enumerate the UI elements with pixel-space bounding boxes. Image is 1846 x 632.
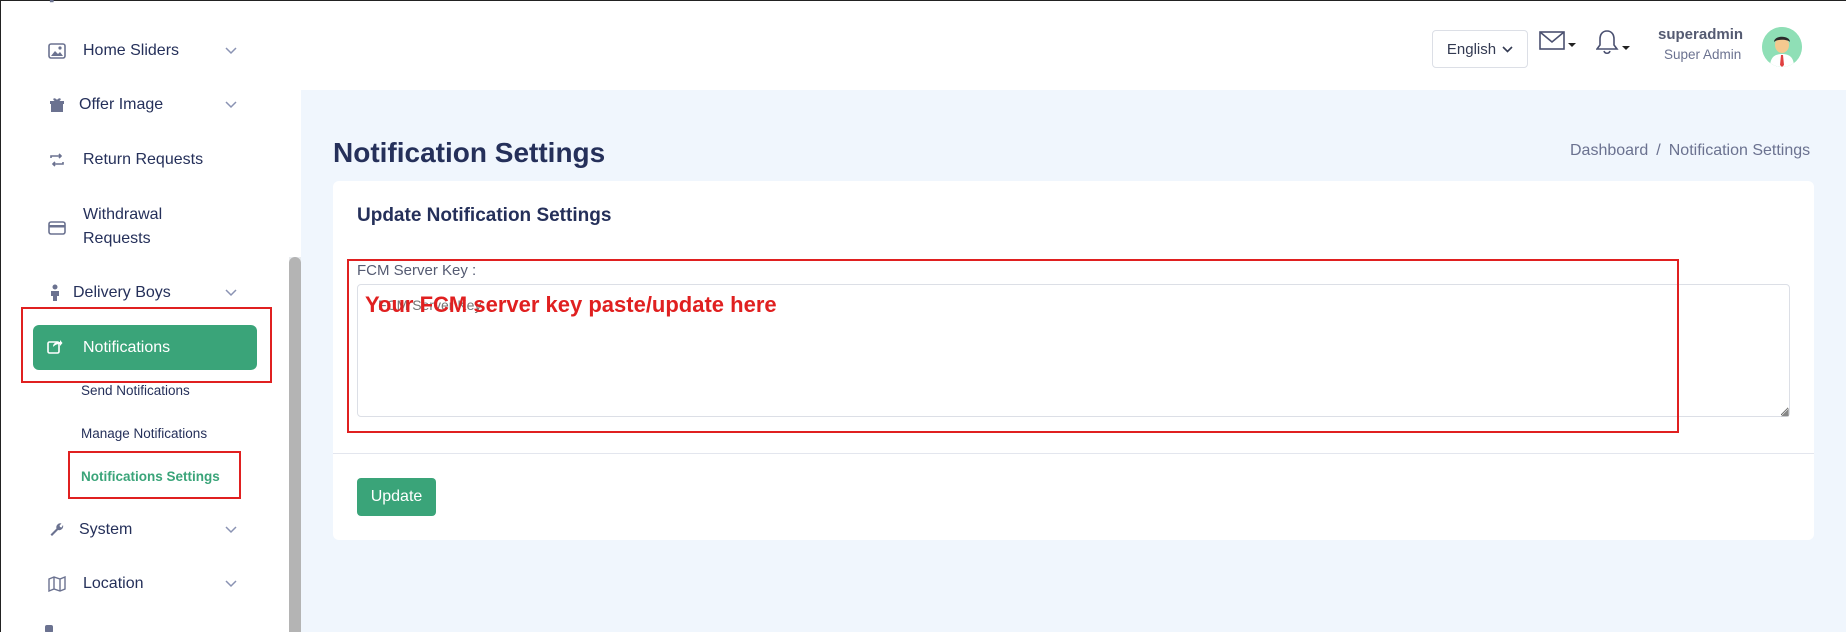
sidebar-item-home-sliders[interactable]: Home Sliders [1, 41, 281, 61]
image-icon [47, 41, 67, 61]
user-name[interactable]: superadmin [1658, 26, 1743, 43]
card-icon [47, 218, 67, 238]
chevron-down-icon[interactable] [225, 44, 237, 58]
sidebar-item-delivery-boys[interactable]: Delivery Boys [1, 283, 281, 303]
clipped-icon: ▮ [49, 0, 55, 4]
notifications-dropdown[interactable] [1595, 29, 1636, 61]
user-avatar-icon [1762, 27, 1802, 67]
sidebar-item-label: Offer Image [79, 96, 164, 113]
card-divider [333, 453, 1814, 454]
resize-grip-icon[interactable]: ◢ [1781, 407, 1789, 418]
sidebar-item-system[interactable]: System [1, 520, 281, 540]
avatar[interactable] [1762, 27, 1802, 67]
breadcrumb-separator: / [1656, 142, 1661, 159]
language-select[interactable]: English [1432, 30, 1528, 68]
card-title: Update Notification Settings [357, 205, 612, 226]
chevron-down-icon[interactable] [225, 98, 237, 112]
clipped-item-icon [45, 625, 53, 632]
chevron-down-icon[interactable] [225, 577, 237, 591]
breadcrumb-current: Notification Settings [1668, 142, 1811, 159]
update-button[interactable]: Update [357, 478, 436, 516]
gift-icon [47, 95, 67, 115]
map-icon [47, 574, 67, 594]
breadcrumb-dashboard[interactable]: Dashboard [1570, 142, 1648, 159]
page-title: Notification Settings [333, 137, 606, 168]
sidebar-item-label: Delivery Boys [73, 284, 171, 301]
chevron-down-icon[interactable] [225, 523, 237, 537]
breadcrumb: Dashboard / Notification Settings [1570, 142, 1810, 160]
sidebar-item-label: Withdrawal [83, 206, 163, 223]
chevron-down-icon[interactable] [225, 286, 237, 300]
sub-item-send-notifications[interactable]: Send Notifications [81, 383, 190, 398]
sidebar-item-clipped: ▮ [49, 0, 169, 4]
mail-dropdown[interactable] [1539, 30, 1579, 58]
highlight-notifications [21, 307, 272, 383]
sidebar-item-offer-image[interactable]: Offer Image [1, 95, 281, 115]
sidebar-item-label-line2: Requests [83, 230, 151, 247]
sidebar-item-label: System [79, 521, 133, 538]
sidebar-scrollbar-thumb[interactable] [289, 257, 301, 632]
bell-icon [1595, 30, 1630, 55]
sidebar-item-withdrawal-requests[interactable]: Withdrawal Requests [1, 203, 281, 251]
sidebar-item-return-requests[interactable]: Return Requests [1, 150, 281, 170]
sidebar-item-label: Return Requests [83, 151, 204, 168]
return-icon [47, 150, 67, 170]
chevron-down-icon [1502, 45, 1513, 53]
sidebar-item-label-group: Withdrawal Requests [83, 203, 162, 251]
wrench-icon [47, 520, 67, 540]
sub-item-manage-notifications[interactable]: Manage Notifications [81, 426, 207, 441]
person-icon [45, 283, 65, 303]
sidebar-item-location[interactable]: Location [1, 574, 281, 594]
highlight-fcm-field [347, 259, 1679, 433]
sidebar-item-label: Location [83, 575, 144, 592]
user-role: Super Admin [1664, 47, 1742, 62]
language-label: English [1446, 40, 1497, 58]
highlight-notifications-settings [68, 451, 241, 499]
sidebar-item-label: Home Sliders [83, 42, 180, 59]
envelope-icon [1539, 31, 1576, 50]
